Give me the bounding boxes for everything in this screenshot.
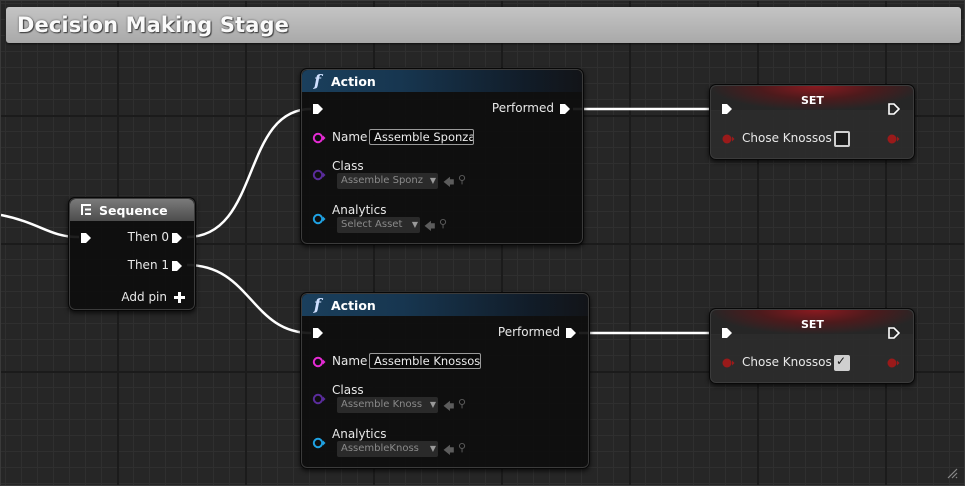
then-1-label: Then 1 <box>127 258 169 272</box>
magnifier-icon[interactable]: ⚲ <box>439 217 447 230</box>
function-icon: f <box>314 71 321 90</box>
analytics-dropdown[interactable]: AssembleKnoss ▼ <box>337 441 438 457</box>
class-label: Class <box>332 159 364 173</box>
name-pin[interactable] <box>312 132 326 144</box>
chevron-down-icon: ▼ <box>429 176 436 185</box>
arrow-left-icon[interactable]: 🡄 <box>424 218 435 237</box>
action-node-knossos[interactable]: f Action Performed Name Assemble Knossos… <box>300 292 590 469</box>
analytics-pin[interactable] <box>312 437 326 449</box>
set-node-header[interactable]: SET <box>711 310 913 334</box>
analytics-pin[interactable] <box>312 213 326 225</box>
class-label: Class <box>332 383 364 397</box>
blueprint-graph-canvas[interactable]: Decision Making Stage Sequence Then 0 Th… <box>0 0 965 486</box>
name-input[interactable]: Assemble Knossos <box>369 353 481 369</box>
action-node-sponza[interactable]: f Action Performed Name Assemble Sponza … <box>300 68 584 245</box>
performed-exec-pin[interactable] <box>565 327 577 339</box>
class-dropdown-value: Assemble Sponz <box>341 175 424 186</box>
exec-input-pin[interactable] <box>721 103 733 115</box>
variable-label: Chose Knossos <box>742 355 832 369</box>
then-0-exec-pin[interactable] <box>171 232 183 244</box>
chevron-down-icon: ▼ <box>429 444 436 453</box>
then-1-exec-pin[interactable] <box>171 260 183 272</box>
performed-label: Performed <box>491 101 554 115</box>
action-node-header[interactable]: f Action <box>302 294 588 316</box>
checkmark-icon: ✓ <box>836 354 847 368</box>
bool-input-pin[interactable] <box>721 133 735 145</box>
class-dropdown[interactable]: Assemble Sponz ▼ <box>337 173 438 189</box>
arrow-left-icon[interactable]: 🡄 <box>443 398 454 417</box>
bool-output-pin[interactable] <box>886 357 900 369</box>
name-label: Name <box>332 354 368 368</box>
sequence-icon <box>81 204 91 215</box>
name-pin[interactable] <box>312 356 326 368</box>
set-node-title: SET <box>801 318 824 331</box>
action-node-title: Action <box>331 74 376 89</box>
set-node-title: SET <box>801 94 824 107</box>
exec-output-pin[interactable] <box>888 327 900 339</box>
sequence-node[interactable]: Sequence Then 0 Then 1 Add pin <box>68 197 196 311</box>
class-dropdown-value: Assemble Knoss <box>341 399 423 410</box>
resize-grip-icon[interactable] <box>946 467 958 479</box>
class-dropdown[interactable]: Assemble Knoss ▼ <box>337 397 438 413</box>
set-node-header[interactable]: SET <box>711 86 913 110</box>
analytics-label: Analytics <box>332 203 387 217</box>
class-pin[interactable] <box>312 169 326 181</box>
sequence-node-header[interactable]: Sequence <box>70 199 194 221</box>
add-pin-label: Add pin <box>121 290 167 304</box>
action-node-title: Action <box>331 298 376 313</box>
exec-input-pin[interactable] <box>312 327 324 339</box>
then-0-label: Then 0 <box>127 230 169 244</box>
magnifier-icon[interactable]: ⚲ <box>458 397 466 410</box>
analytics-label: Analytics <box>332 427 387 441</box>
name-label: Name <box>332 130 368 144</box>
arrow-left-icon[interactable]: 🡄 <box>443 174 454 193</box>
action-node-header[interactable]: f Action <box>302 70 582 92</box>
performed-exec-pin[interactable] <box>559 103 571 115</box>
exec-input-pin[interactable] <box>312 103 324 115</box>
class-pin[interactable] <box>312 393 326 405</box>
magnifier-icon[interactable]: ⚲ <box>458 173 466 186</box>
bool-input-pin[interactable] <box>721 357 735 369</box>
variable-label: Chose Knossos <box>742 131 832 145</box>
exec-input-pin[interactable] <box>80 232 92 244</box>
bool-output-pin[interactable] <box>886 133 900 145</box>
performed-label: Performed <box>497 325 560 339</box>
plus-icon <box>174 292 185 303</box>
exec-input-pin[interactable] <box>721 327 733 339</box>
name-input[interactable]: Assemble Sponza <box>369 129 474 145</box>
comment-title: Decision Making Stage <box>17 13 289 37</box>
chevron-down-icon: ▼ <box>429 400 436 409</box>
function-icon: f <box>314 295 321 314</box>
chevron-down-icon: ▼ <box>411 220 418 229</box>
sequence-node-title: Sequence <box>99 203 168 218</box>
bool-checkbox-unchecked[interactable] <box>834 131 850 147</box>
bool-checkbox-checked[interactable]: ✓ <box>834 354 850 371</box>
arrow-left-icon[interactable]: 🡄 <box>443 442 454 461</box>
magnifier-icon[interactable]: ⚲ <box>458 441 466 454</box>
analytics-dropdown-value: Select Asset <box>341 219 403 230</box>
analytics-dropdown[interactable]: Select Asset ▼ <box>337 217 420 233</box>
exec-wire-then1 <box>186 263 312 335</box>
comment-box-header[interactable]: Decision Making Stage <box>6 7 961 43</box>
set-node-unchecked[interactable]: SET Chose Knossos <box>709 84 915 160</box>
analytics-dropdown-value: AssembleKnoss <box>341 443 419 454</box>
exec-output-pin[interactable] <box>888 103 900 115</box>
set-node-checked[interactable]: SET Chose Knossos ✓ <box>709 308 915 384</box>
exec-wire-then0 <box>186 107 312 239</box>
